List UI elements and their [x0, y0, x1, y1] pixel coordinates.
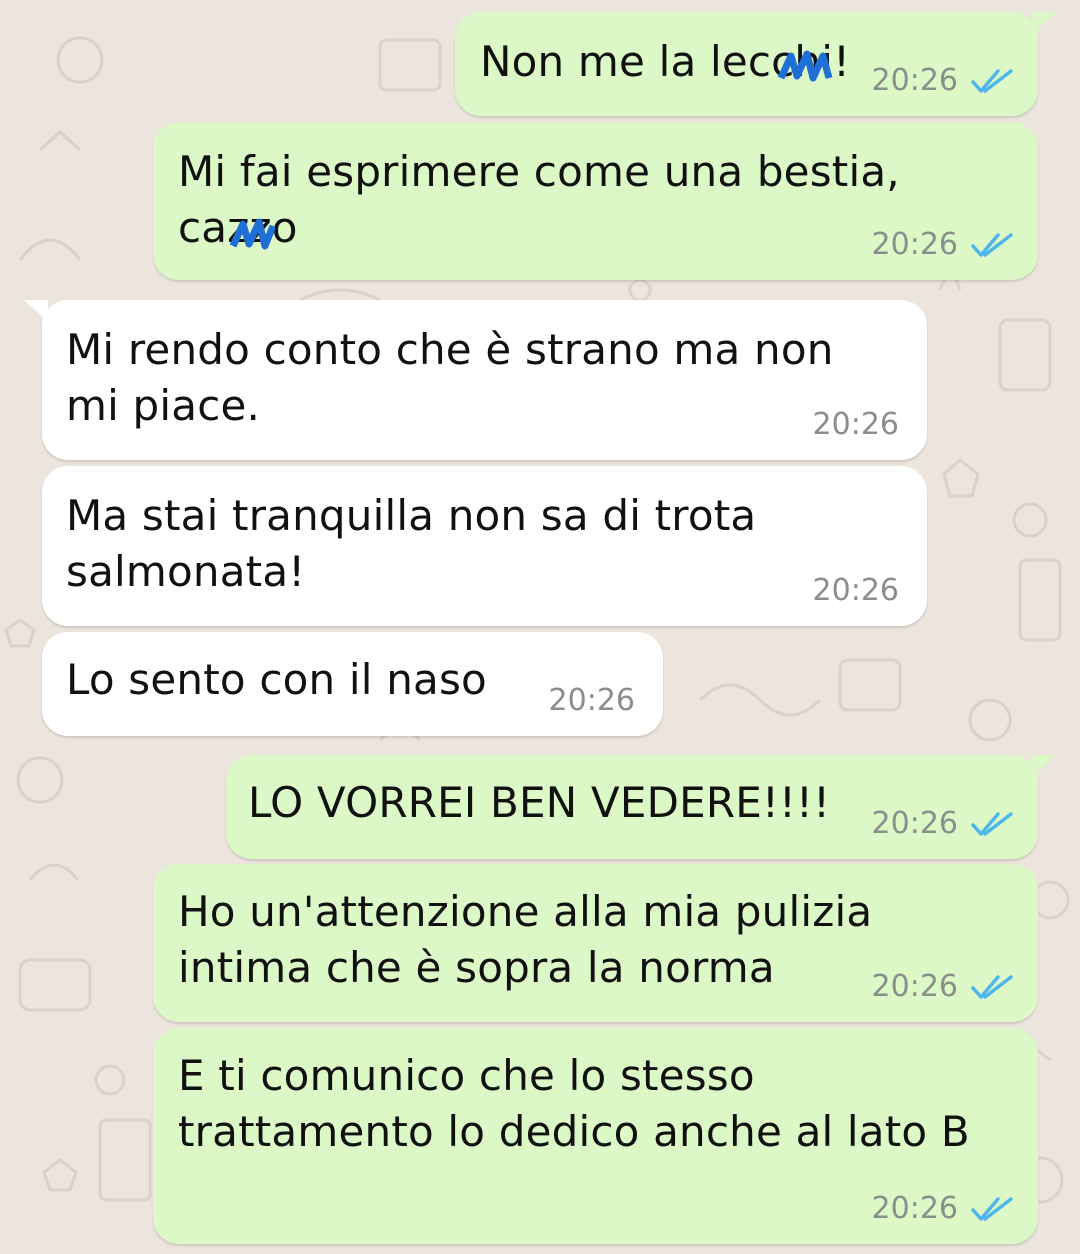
message-time: 20:26 [871, 227, 958, 262]
double-check-icon [971, 68, 1013, 93]
bubble-tail [24, 300, 48, 322]
double-check-icon [971, 811, 1013, 836]
message-time: 20:26 [548, 683, 635, 718]
scribble-censor-mark [777, 50, 833, 82]
message-time: 20:26 [871, 806, 958, 841]
message-meta: 20:26 [872, 806, 1014, 841]
message-time: 20:26 [871, 63, 958, 98]
message-text: Mi rendo conto che è strano ma non mi pi… [66, 325, 834, 430]
bubble-tail [1032, 755, 1056, 777]
message-outgoing[interactable]: Mi fai esprimere come una bestia, cazzo … [153, 122, 1038, 280]
message-incoming[interactable]: Mi rendo conto che è strano ma non mi pi… [24, 300, 927, 460]
message-text: Ma stai tranquilla non sa di trota salmo… [66, 491, 757, 596]
message-incoming[interactable]: Ma stai tranquilla non sa di trota salmo… [42, 466, 927, 626]
message-text: LO VORREI BEN VEDERE!!!! [248, 778, 831, 827]
message-incoming[interactable]: Lo sento con il naso 20:26 [42, 632, 663, 736]
message-meta: 20:26 [813, 573, 899, 608]
message-time: 20:26 [812, 407, 899, 442]
message-outgoing[interactable]: Non me la lecchi! 20:26 [455, 12, 1056, 116]
scribble-censor-mark [229, 218, 275, 250]
message-time: 20:26 [871, 969, 958, 1004]
message-time: 20:26 [871, 1191, 958, 1226]
message-outgoing[interactable]: LO VORREI BEN VEDERE!!!! 20:26 [226, 755, 1056, 859]
message-meta: 20:26 [872, 969, 1014, 1004]
message-time: 20:26 [812, 573, 899, 608]
double-check-icon [971, 974, 1013, 999]
message-meta: 20:26 [872, 63, 1014, 98]
message-meta: 20:26 [813, 407, 899, 442]
message-meta: 20:26 [872, 227, 1014, 262]
double-check-icon [971, 1196, 1013, 1221]
message-text: Lo sento con il naso [66, 655, 487, 704]
message-meta: 20:26 [872, 1191, 1014, 1226]
message-outgoing[interactable]: Ho un'attenzione alla mia pulizia intima… [153, 864, 1038, 1022]
message-text: Mi fai esprimere come una bestia, cazzo [178, 147, 900, 252]
bubble-tail [1032, 12, 1056, 34]
message-meta: 20:26 [549, 683, 635, 718]
message-text: Ho un'attenzione alla mia pulizia intima… [178, 887, 873, 992]
message-outgoing[interactable]: E ti comunico che lo stesso trattamento … [153, 1028, 1038, 1244]
message-text: E ti comunico che lo stesso trattamento … [178, 1051, 970, 1156]
double-check-icon [971, 232, 1013, 257]
